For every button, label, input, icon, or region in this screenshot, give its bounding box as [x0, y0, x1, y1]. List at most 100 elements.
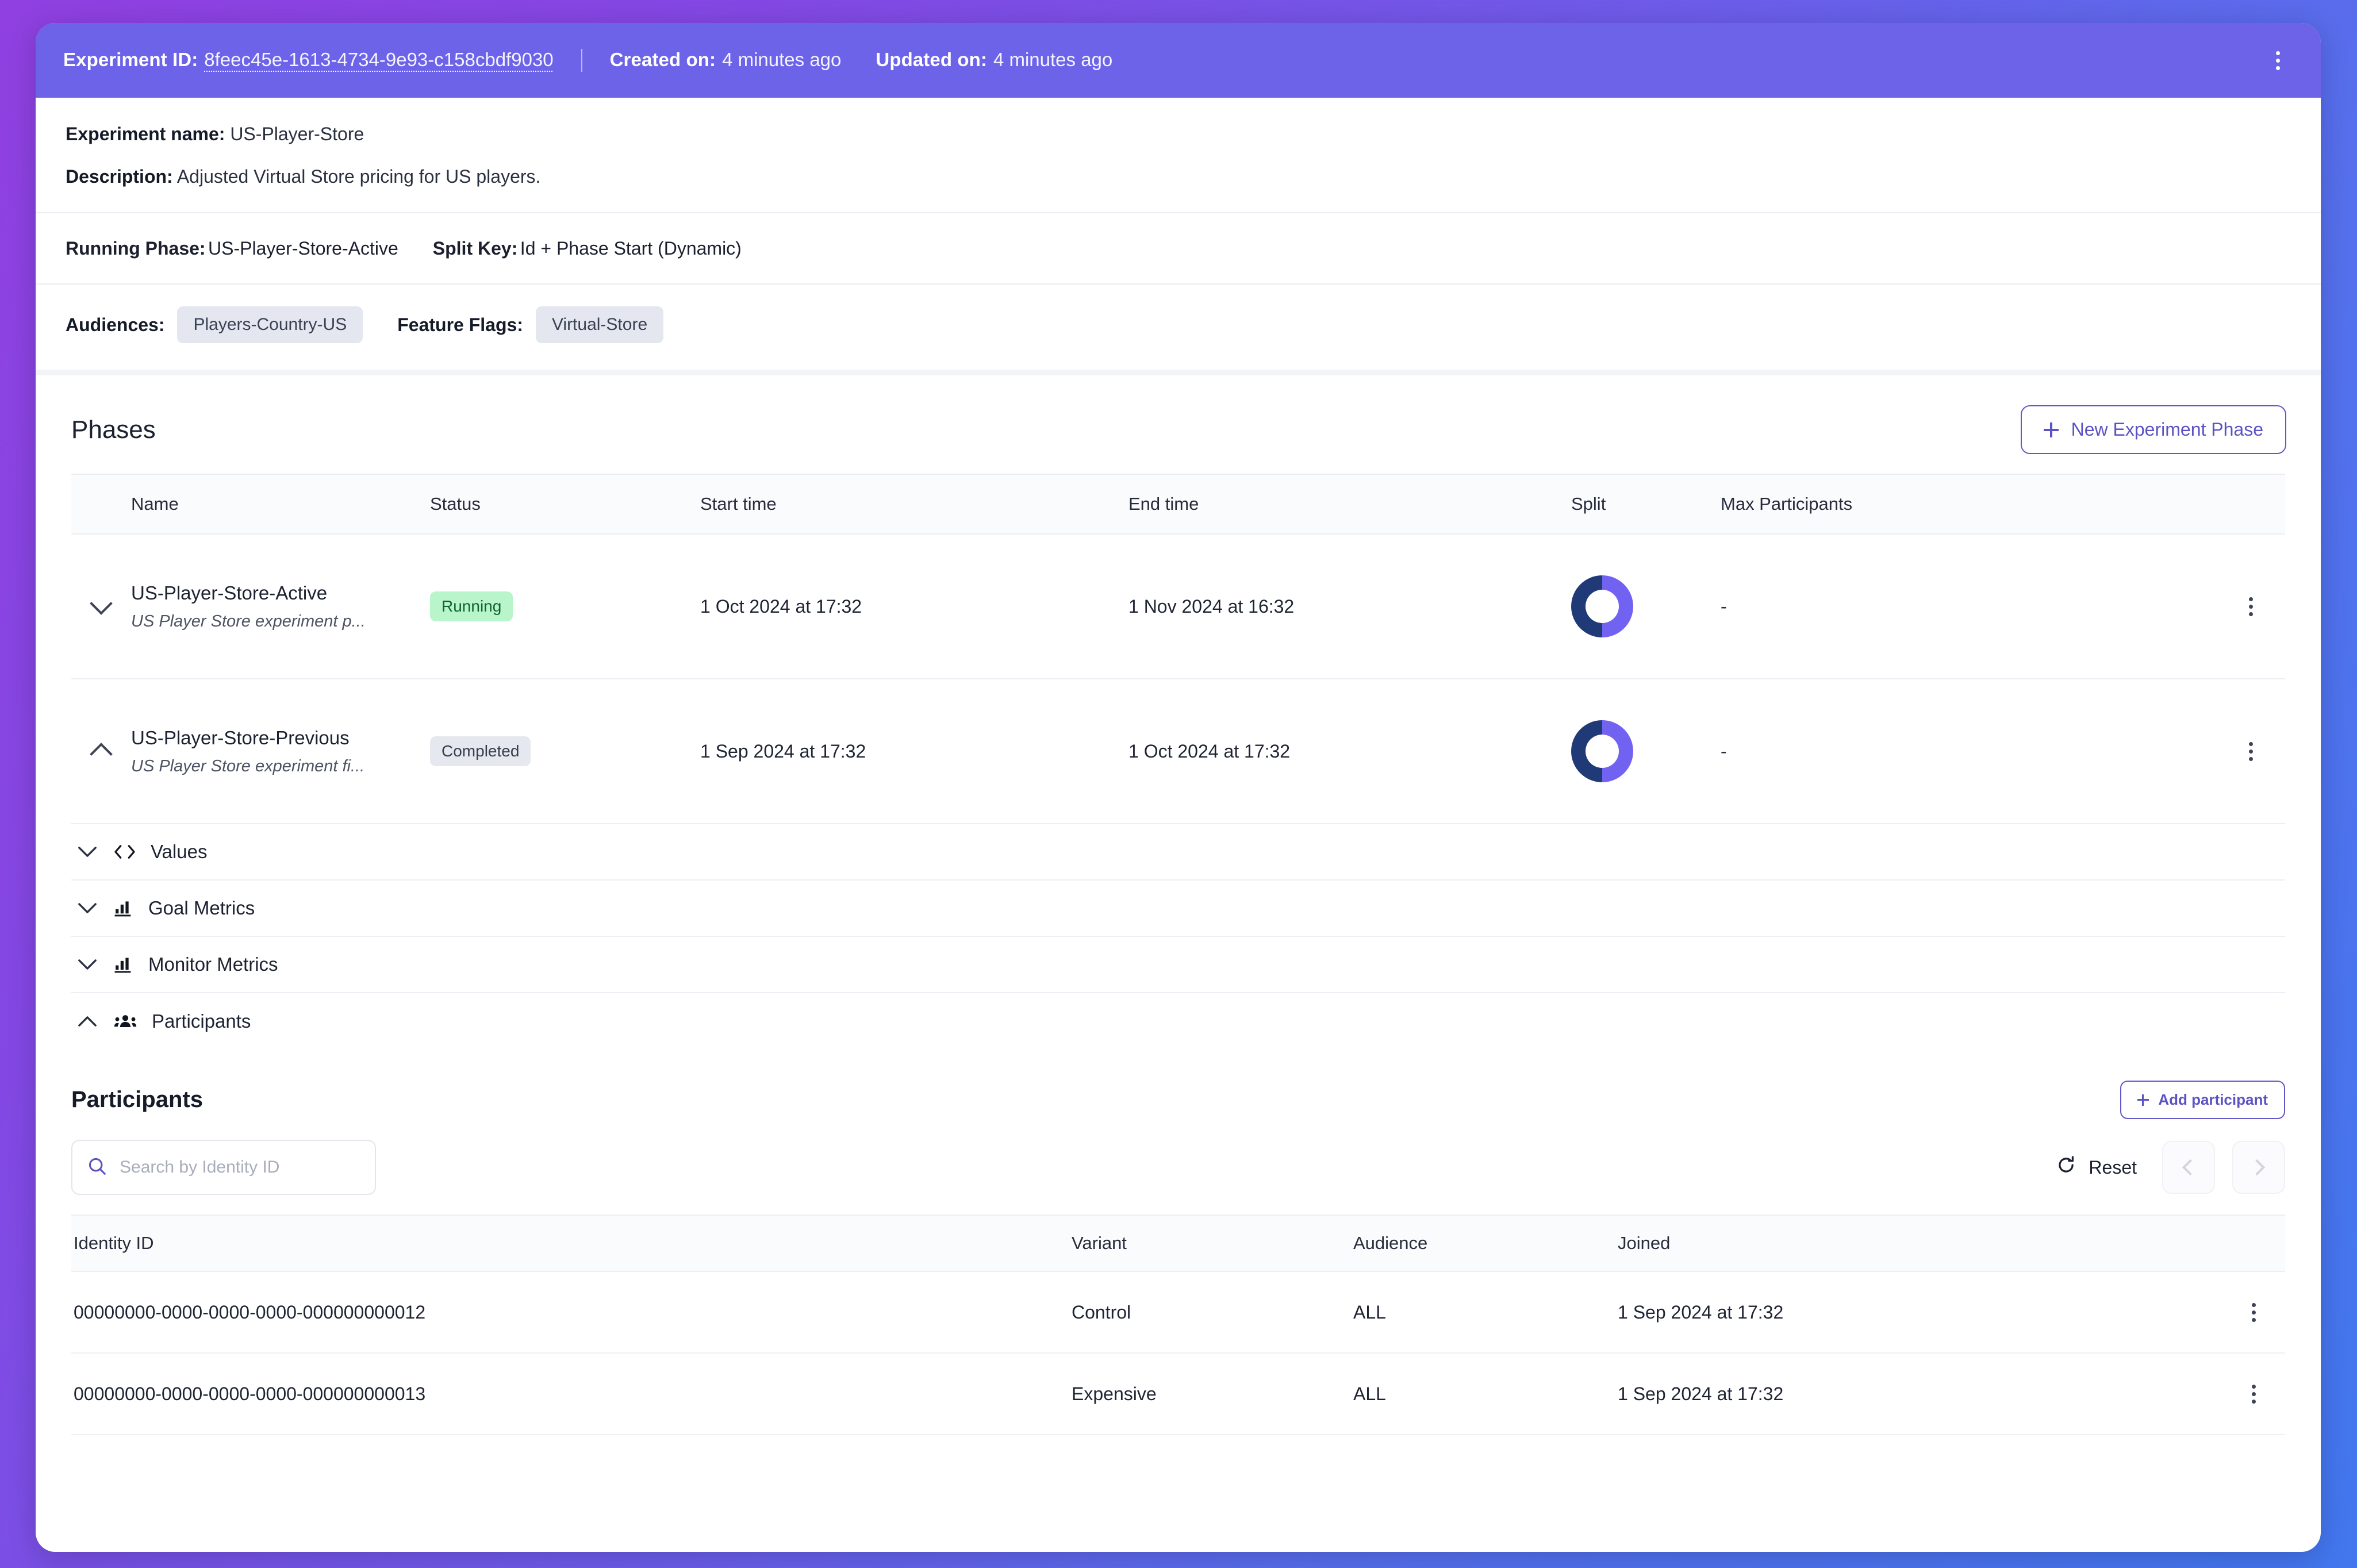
accordion-item-goal-metrics[interactable]: Goal Metrics [71, 881, 2285, 937]
reset-label: Reset [2089, 1156, 2137, 1178]
chevron-down-icon [76, 902, 99, 914]
phase-split-row: Running Phase: US-Player-Store-Active Sp… [36, 213, 2321, 283]
search-input-wrapper[interactable] [71, 1140, 376, 1196]
audience-chip[interactable]: Players-Country-US [177, 306, 363, 344]
participants-toolbar-actions: Reset [2048, 1141, 2285, 1194]
participant-joined: 1 Sep 2024 at 17:32 [1618, 1301, 1784, 1323]
experiment-description-row: Description: Adjusted Virtual Store pric… [66, 166, 2291, 187]
accordion-item-values[interactable]: Values [71, 824, 2285, 881]
chevron-up-icon [76, 1015, 99, 1028]
phase-row-menu[interactable] [2216, 736, 2285, 766]
phases-col-end: End time [1128, 494, 1199, 514]
phases-col-start: Start time [700, 494, 777, 514]
kebab-menu-icon[interactable] [2264, 45, 2291, 75]
table-row: US-Player-Store-Active US Player Store e… [71, 535, 2285, 680]
table-row: US-Player-Store-Previous US Player Store… [71, 679, 2285, 825]
phase-end-time: 1 Nov 2024 at 16:32 [1128, 595, 1295, 617]
audiences-flags-row: Audiences: Players-Country-US Feature Fl… [36, 285, 2321, 370]
experiment-description-value: Adjusted Virtual Store pricing for US pl… [176, 166, 541, 187]
reset-button[interactable]: Reset [2048, 1150, 2145, 1185]
new-experiment-phase-button[interactable]: New Experiment Phase [2020, 405, 2286, 455]
participant-row-menu[interactable] [2222, 1297, 2285, 1327]
participant-variant: Expensive [1072, 1383, 1157, 1404]
refresh-icon [2056, 1155, 2076, 1179]
kebab-menu-icon[interactable] [2240, 1379, 2267, 1409]
kebab-menu-icon[interactable] [2237, 591, 2264, 621]
phases-col-max: Max Participants [1721, 494, 1853, 514]
created-on-value: 4 minutes ago [722, 49, 842, 70]
phase-detail-accordion: Values Goal Metrics Monitor Metrics Part… [71, 824, 2285, 1050]
experiment-name-value: US-Player-Store [230, 124, 364, 144]
phases-table-header: Name Status Start time End time Split Ma… [71, 475, 2285, 535]
accordion-item-participants[interactable]: Participants [71, 993, 2285, 1050]
code-brackets-icon [114, 843, 136, 860]
phase-name-cell: US-Player-Store-Previous US Player Store… [131, 727, 430, 776]
search-input[interactable] [120, 1158, 360, 1178]
participant-row-menu[interactable] [2222, 1379, 2285, 1409]
experiment-id-group: Experiment ID: 8feec45e-1613-4734-9e93-c… [63, 49, 554, 71]
plus-icon [2137, 1094, 2149, 1106]
feature-flag-chip[interactable]: Virtual-Store [535, 306, 664, 344]
audiences-label: Audiences: [66, 314, 165, 335]
chevron-down-icon [76, 846, 99, 858]
phase-row-menu[interactable] [2216, 591, 2285, 621]
phases-col-status: Status [430, 494, 481, 514]
participants-col-identity: Identity ID [74, 1233, 154, 1254]
phase-end-time: 1 Oct 2024 at 17:32 [1128, 740, 1291, 762]
experiment-id-label: Experiment ID: [63, 49, 198, 70]
phase-split-cell [1571, 720, 1721, 783]
bar-chart-icon [114, 899, 133, 917]
kebab-menu-icon[interactable] [2237, 736, 2264, 766]
experiment-name-row: Experiment name: US-Player-Store [66, 123, 2291, 145]
people-icon [114, 1013, 137, 1030]
experiment-meta-block: Experiment name: US-Player-Store Descrip… [36, 98, 2321, 212]
phase-status-cell: Completed [430, 736, 700, 767]
phase-split-cell [1571, 575, 1721, 638]
new-experiment-phase-label: New Experiment Phase [2071, 419, 2263, 440]
participant-joined: 1 Sep 2024 at 17:32 [1618, 1383, 1784, 1404]
participant-identity-id: 00000000-0000-0000-0000-000000000013 [74, 1383, 426, 1404]
phases-col-split: Split [1571, 494, 1606, 514]
participant-audience: ALL [1353, 1301, 1386, 1323]
accordion-label-goal-metrics: Goal Metrics [148, 897, 255, 919]
participant-audience: ALL [1353, 1383, 1386, 1404]
participants-table-header: Identity ID Variant Audience Joined [71, 1215, 2285, 1273]
phase-name: US-Player-Store-Previous [131, 727, 350, 748]
experiment-id-value[interactable]: 8feec45e-1613-4734-9e93-c158cbdf9030 [204, 49, 553, 71]
experiment-name-label: Experiment name: [66, 124, 225, 144]
feature-flags-label: Feature Flags: [397, 314, 523, 335]
participant-variant: Control [1072, 1301, 1131, 1323]
participants-col-audience: Audience [1353, 1233, 1428, 1254]
experiment-detail-card: Experiment ID: 8feec45e-1613-4734-9e93-c… [36, 23, 2321, 1552]
table-row: 00000000-0000-0000-0000-000000000013 Exp… [71, 1354, 2285, 1436]
phases-col-name: Name [131, 494, 179, 514]
phase-max-participants: - [1721, 740, 1727, 762]
section-band-divider [36, 370, 2321, 376]
chevron-down-icon [90, 592, 113, 615]
phase-description: US Player Store experiment p... [131, 612, 366, 631]
feature-flags-group: Feature Flags: Virtual-Store [397, 306, 664, 344]
created-on-group: Created on: 4 minutes ago [610, 49, 842, 71]
pagination-prev-button[interactable] [2162, 1141, 2215, 1194]
split-key-label: Split Key: [432, 237, 518, 259]
phase-name: US-Player-Store-Active [131, 582, 328, 604]
experiment-header-meta: Experiment ID: 8feec45e-1613-4734-9e93-c… [63, 49, 2264, 72]
kebab-menu-icon[interactable] [2240, 1297, 2267, 1327]
phases-title: Phases [71, 415, 156, 444]
split-key-value: Id + Phase Start (Dynamic) [520, 237, 742, 259]
add-participant-button[interactable]: Add participant [2120, 1081, 2285, 1120]
phase-status-cell: Running [430, 591, 700, 622]
table-row: 00000000-0000-0000-0000-000000000012 Con… [71, 1272, 2285, 1354]
phase-expand-toggle[interactable] [71, 740, 131, 766]
chevron-down-icon [76, 958, 99, 971]
running-phase-value: US-Player-Store-Active [208, 237, 398, 259]
participants-panel-header: Participants Add participant [36, 1050, 2321, 1140]
participants-col-variant: Variant [1072, 1233, 1127, 1254]
chevron-up-icon [90, 743, 113, 766]
phase-expand-toggle[interactable] [71, 592, 131, 615]
accordion-item-monitor-metrics[interactable]: Monitor Metrics [71, 937, 2285, 994]
accordion-label-participants: Participants [152, 1010, 251, 1032]
pagination-next-button[interactable] [2232, 1141, 2285, 1194]
created-on-label: Created on: [609, 49, 716, 70]
phases-table: Name Status Start time End time Split Ma… [71, 474, 2285, 825]
